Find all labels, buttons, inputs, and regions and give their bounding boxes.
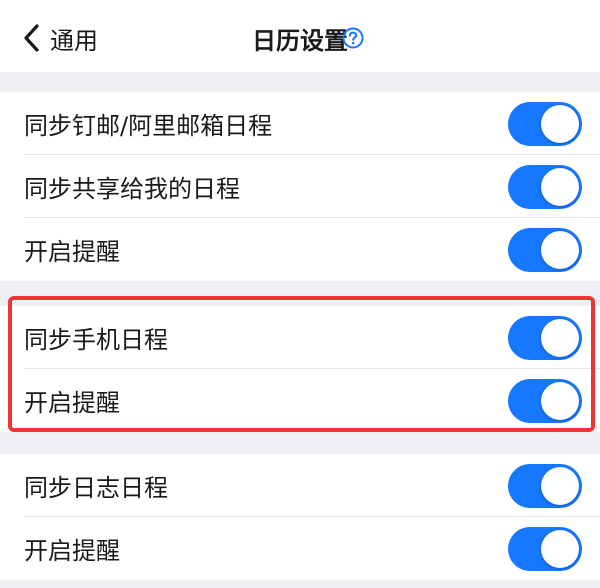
reminder-log-toggle[interactable] <box>508 527 582 571</box>
navigation-bar: 通用 日历设置 <box>0 0 600 72</box>
reminder-phone-toggle[interactable] <box>508 379 582 423</box>
toggle-knob <box>541 231 579 269</box>
setting-label: 同步手机日程 <box>24 326 168 354</box>
setting-row-sync-log: 同步日志日程 <box>0 454 600 517</box>
setting-label: 同步钉邮/阿里邮箱日程 <box>24 112 273 140</box>
setting-label: 同步日志日程 <box>24 474 168 502</box>
setting-label: 开启提醒 <box>24 537 120 565</box>
reminder-mail-toggle[interactable] <box>508 228 582 272</box>
setting-row-sync-shared: 同步共享给我的日程 <box>0 155 600 218</box>
setting-row-sync-phone: 同步手机日程 <box>0 306 600 369</box>
setting-label: 开启提醒 <box>24 389 120 417</box>
page-title: 日历设置 <box>252 26 348 55</box>
sync-phone-toggle[interactable] <box>508 316 582 360</box>
toggle-knob <box>541 168 579 206</box>
toggle-knob <box>541 105 579 143</box>
settings-group-mail: 同步钉邮/阿里邮箱日程 同步共享给我的日程 开启提醒 <box>0 92 600 281</box>
setting-row-reminder-log: 开启提醒 <box>0 517 600 580</box>
settings-group-phone: 同步手机日程 开启提醒 <box>0 306 600 432</box>
toggle-knob <box>541 530 579 568</box>
toggle-knob <box>541 467 579 505</box>
setting-row-reminder-mail: 开启提醒 <box>0 218 600 281</box>
setting-row-sync-mail: 同步钉邮/阿里邮箱日程 <box>0 92 600 155</box>
setting-label: 同步共享给我的日程 <box>24 175 240 203</box>
title-container: 日历设置 <box>0 18 600 58</box>
question-circle-icon[interactable] <box>342 27 364 49</box>
toggle-knob <box>541 382 579 420</box>
setting-row-reminder-phone: 开启提醒 <box>0 369 600 432</box>
sync-shared-toggle[interactable] <box>508 165 582 209</box>
setting-label: 开启提醒 <box>24 238 120 266</box>
settings-group-log: 同步日志日程 开启提醒 <box>0 454 600 580</box>
sync-log-toggle[interactable] <box>508 464 582 508</box>
sync-mail-toggle[interactable] <box>508 102 582 146</box>
toggle-knob <box>541 319 579 357</box>
